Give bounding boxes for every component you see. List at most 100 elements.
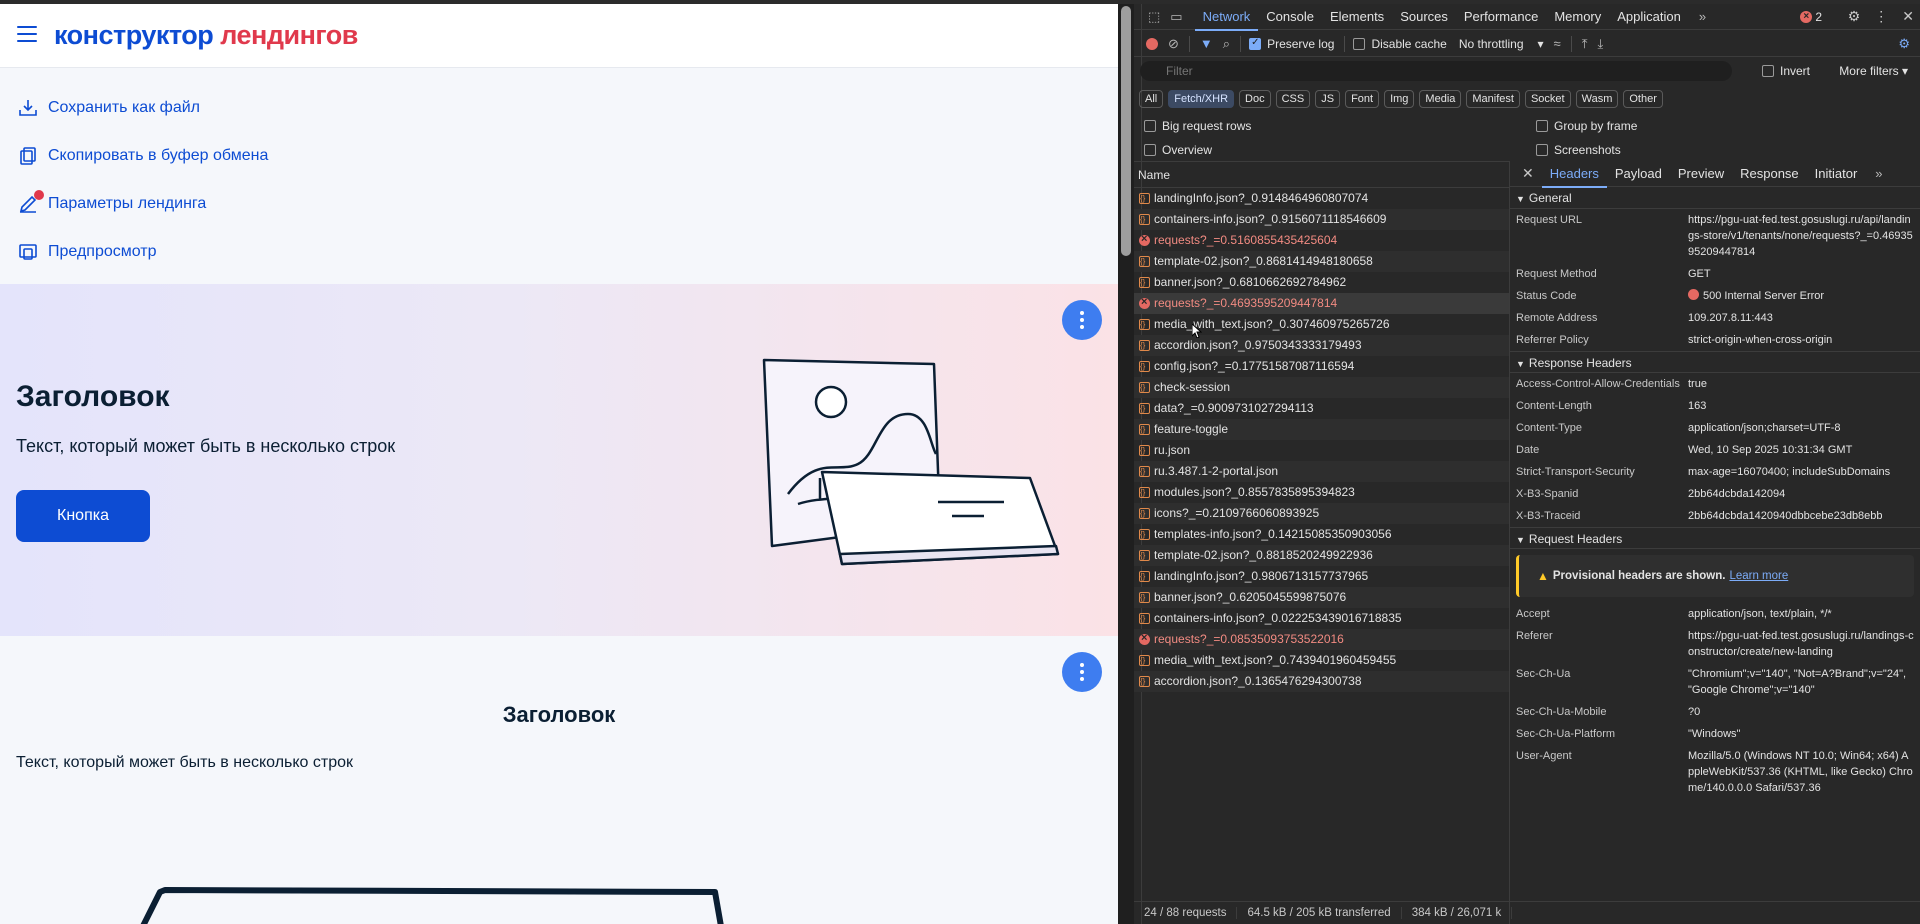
screenshots-checkbox[interactable]: Screenshots xyxy=(1536,143,1621,157)
checkbox-box[interactable] xyxy=(1144,120,1156,132)
checkbox-box[interactable] xyxy=(1144,144,1156,156)
type-chip-wasm[interactable]: Wasm xyxy=(1575,90,1619,108)
preserve-log-checkbox[interactable]: Preserve log xyxy=(1249,37,1334,51)
header-value[interactable]: Mozilla/5.0 (Windows NT 10.0; Win64; x64… xyxy=(1688,748,1914,796)
header-value[interactable]: "Windows" xyxy=(1688,726,1740,742)
header-value[interactable]: Wed, 10 Sep 2025 10:31:34 GMT xyxy=(1688,442,1852,458)
request-row[interactable]: landingInfo.json?_0.9148464960807074 xyxy=(1134,188,1509,209)
type-chip-manifest[interactable]: Manifest xyxy=(1466,90,1520,108)
request-row[interactable]: feature-toggle xyxy=(1134,419,1509,440)
network-settings-icon[interactable]: ⚙ xyxy=(1898,36,1910,52)
group-by-frame-checkbox[interactable]: Group by frame xyxy=(1536,119,1637,133)
header-value[interactable]: 500 Internal Server Error xyxy=(1688,288,1824,304)
request-row[interactable]: template-02.json?_0.8681414948180658 xyxy=(1134,251,1509,272)
tab-memory[interactable]: Memory xyxy=(1546,4,1609,30)
request-row[interactable]: ru.json xyxy=(1134,440,1509,461)
header-value[interactable]: 109.207.8.11:443 xyxy=(1688,310,1773,326)
filter-funnel-icon[interactable]: ▼ xyxy=(1200,36,1213,51)
tab-response[interactable]: Response xyxy=(1732,161,1807,187)
name-column-header[interactable]: Name xyxy=(1134,162,1509,188)
tab-sources[interactable]: Sources xyxy=(1392,4,1456,30)
tab-initiator[interactable]: Initiator xyxy=(1807,161,1866,187)
request-row[interactable]: requests?_=0.08535093753522016 xyxy=(1134,629,1509,650)
section-more-button[interactable] xyxy=(1062,652,1102,692)
export-har-icon[interactable]: ⤓ xyxy=(1597,36,1603,52)
section-more-button[interactable] xyxy=(1062,300,1102,340)
network-conditions-icon[interactable]: ≈ xyxy=(1554,36,1561,51)
type-chip-other[interactable]: Other xyxy=(1623,90,1663,108)
more-tabs-icon[interactable]: » xyxy=(1699,9,1706,24)
request-row[interactable]: containers-info.json?_0.0222534390167188… xyxy=(1134,608,1509,629)
tab-performance[interactable]: Performance xyxy=(1456,4,1546,30)
tab-payload[interactable]: Payload xyxy=(1607,161,1670,187)
request-row[interactable]: templates-info.json?_0.14215085350903056 xyxy=(1134,524,1509,545)
type-chip-all[interactable]: All xyxy=(1139,90,1164,108)
request-row[interactable]: banner.json?_0.6205045599875076 xyxy=(1134,587,1509,608)
menu-item-landing-params[interactable]: Параметры лендинга xyxy=(0,180,1118,228)
tab-console[interactable]: Console xyxy=(1258,4,1322,30)
header-value[interactable]: application/json;charset=UTF-8 xyxy=(1688,420,1841,436)
type-chip-font[interactable]: Font xyxy=(1345,90,1380,108)
checkbox-box[interactable] xyxy=(1536,144,1548,156)
tab-elements[interactable]: Elements xyxy=(1322,4,1392,30)
menu-item-preview[interactable]: Предпросмотр xyxy=(0,228,1118,276)
request-row[interactable]: config.json?_=0.17751587087116594 xyxy=(1134,356,1509,377)
header-value[interactable]: 2bb64dcbda1420940dbbcebe23db8ebb xyxy=(1688,508,1883,524)
request-row[interactable]: accordion.json?_0.9750343333179493 xyxy=(1134,335,1509,356)
page-scrollbar[interactable] xyxy=(1118,4,1134,924)
request-row[interactable]: media_with_text.json?_0.307460975265726 xyxy=(1134,314,1509,335)
close-icon[interactable]: ✕ xyxy=(1522,165,1534,182)
overview-checkbox[interactable]: Overview xyxy=(1144,143,1212,157)
response-headers-section-header[interactable]: ▼ Response Headers xyxy=(1510,351,1920,373)
request-row[interactable]: media_with_text.json?_0.7439401960459455 xyxy=(1134,650,1509,671)
request-row[interactable]: banner.json?_0.6810662692784962 xyxy=(1134,272,1509,293)
checkbox-box[interactable] xyxy=(1762,65,1774,77)
hero-button[interactable]: Кнопка xyxy=(16,490,150,542)
brand-logo[interactable]: конструктор лендингов xyxy=(54,20,358,51)
throttling-select[interactable]: No throttling ▾ xyxy=(1459,37,1544,51)
menu-item-copy-clipboard[interactable]: Скопировать в буфер обмена xyxy=(0,132,1118,180)
learn-more-link[interactable]: Learn more xyxy=(1729,570,1788,582)
tab-application[interactable]: Application xyxy=(1609,4,1689,30)
header-value[interactable]: true xyxy=(1688,376,1707,392)
request-row[interactable]: data?_=0.9009731027294113 xyxy=(1134,398,1509,419)
header-value[interactable]: https://pgu-uat-fed.test.gosuslugi.ru/ap… xyxy=(1688,212,1914,260)
request-row[interactable]: requests?_=0.5160855435425604 xyxy=(1134,230,1509,251)
search-icon[interactable]: ⌕ xyxy=(1223,36,1230,52)
type-chip-css[interactable]: CSS xyxy=(1275,90,1311,108)
error-count-badge[interactable]: × 2 xyxy=(1800,10,1822,24)
kebab-menu-icon[interactable]: ⋮ xyxy=(1874,8,1888,25)
inspect-element-icon[interactable]: ⬚ xyxy=(1148,9,1160,25)
request-headers-section-header[interactable]: ▼ Request Headers xyxy=(1510,527,1920,549)
checkbox-box[interactable] xyxy=(1249,37,1262,50)
stop-recording-icon[interactable] xyxy=(1146,37,1158,50)
disable-cache-checkbox[interactable]: Disable cache xyxy=(1353,37,1447,51)
type-chip-img[interactable]: Img xyxy=(1384,90,1415,108)
more-tabs-icon[interactable]: » xyxy=(1875,166,1882,181)
type-chip-socket[interactable]: Socket xyxy=(1524,90,1571,108)
request-row[interactable]: requests?_=0.4693595209447814 xyxy=(1134,293,1509,314)
header-value[interactable]: GET xyxy=(1688,266,1711,282)
header-value[interactable]: max-age=16070400; includeSubDomains xyxy=(1688,464,1890,480)
type-chip-doc[interactable]: Doc xyxy=(1239,90,1271,108)
big-request-rows-checkbox[interactable]: Big request rows xyxy=(1144,119,1251,133)
request-row[interactable]: landingInfo.json?_0.9806713157737965 xyxy=(1134,566,1509,587)
header-value[interactable]: application/json, text/plain, */* xyxy=(1688,606,1832,622)
general-section-header[interactable]: ▼ General xyxy=(1510,187,1920,209)
menu-item-save-file[interactable]: Сохранить как файл xyxy=(0,84,1118,132)
scrollbar-thumb[interactable] xyxy=(1121,6,1131,256)
header-value[interactable]: "Chromium";v="140", "Not=A?Brand";v="24"… xyxy=(1688,666,1914,698)
type-chip-js[interactable]: JS xyxy=(1315,90,1341,108)
clear-icon[interactable]: ⊘ xyxy=(1168,36,1179,52)
request-row[interactable]: icons?_=0.2109766060893925 xyxy=(1134,503,1509,524)
tab-preview[interactable]: Preview xyxy=(1670,161,1732,187)
checkbox-box[interactable] xyxy=(1353,37,1366,50)
header-value[interactable]: https://pgu-uat-fed.test.gosuslugi.ru/la… xyxy=(1688,628,1914,660)
more-filters-dropdown[interactable]: More filters ▾ xyxy=(1839,64,1908,78)
request-row[interactable]: ru.3.487.1-2-portal.json xyxy=(1134,461,1509,482)
request-row[interactable]: accordion.json?_0.1365476294300738 xyxy=(1134,671,1509,692)
hamburger-menu-icon[interactable] xyxy=(17,26,37,42)
type-chip-fetch-xhr[interactable]: Fetch/XHR xyxy=(1168,90,1235,108)
header-value[interactable]: 2bb64dcbda142094 xyxy=(1688,486,1785,502)
header-value[interactable]: ?0 xyxy=(1688,704,1700,720)
